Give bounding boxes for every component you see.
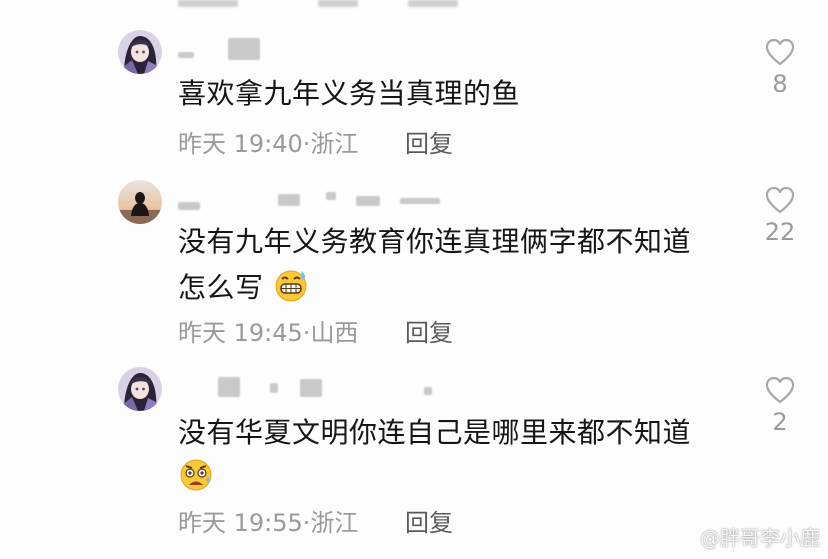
comment-text: 喜欢拿九年义务当真理的鱼 — [178, 77, 521, 110]
comment-time: 昨天 19:40 — [178, 130, 303, 158]
comment-text-tail: 怎么写 — [178, 271, 264, 304]
avatar[interactable] — [118, 30, 162, 74]
avatar[interactable] — [118, 367, 162, 411]
like-button[interactable]: 2 — [758, 376, 802, 436]
reply-button[interactable]: 回复 — [405, 318, 453, 348]
like-count: 22 — [764, 218, 796, 246]
watermark-text: @胖哥李小鹿 — [700, 526, 820, 550]
heart-icon — [765, 38, 795, 66]
anime-girl-avatar-icon — [118, 30, 162, 74]
comment-time: 昨天 19:45 — [178, 319, 303, 347]
comment-list-screen: 喜欢拿九年义务当真理的鱼 昨天 19:40·浙江 回复 8 没有九年义务教育你连… — [0, 0, 828, 559]
like-button[interactable]: 8 — [758, 38, 802, 98]
comment-text-line2: 怎么写 — [178, 264, 309, 312]
comment-time: 昨天 19:55 — [178, 509, 303, 537]
reply-button[interactable]: 回复 — [405, 508, 453, 538]
comment-location: 山西 — [310, 319, 359, 347]
blurred-username — [178, 188, 478, 210]
reply-button[interactable]: 回复 — [405, 129, 453, 159]
grinning-sweat-emoji-icon — [273, 267, 309, 303]
comment-meta: 昨天 19:40·浙江 — [178, 129, 358, 159]
frowning-sweat-emoji-icon — [178, 456, 214, 492]
blurred-username — [178, 38, 478, 60]
avatar[interactable] — [118, 180, 162, 224]
comment-text: 没有九年义务教育你连真理俩字都不知道 — [178, 225, 692, 258]
weibo-watermark: @胖哥李小鹿 — [672, 522, 820, 551]
like-count: 2 — [772, 408, 788, 436]
heart-icon — [765, 186, 795, 214]
comment-location: 浙江 — [310, 130, 359, 158]
comment-meta: 昨天 19:55·浙江 — [178, 508, 358, 538]
blurred-username — [178, 377, 478, 399]
comment-text: 没有华夏文明你连自己是哪里来都不知道 — [178, 416, 692, 449]
weibo-icon — [672, 528, 694, 547]
like-button[interactable]: 22 — [758, 186, 802, 246]
heart-icon — [765, 376, 795, 404]
like-count: 8 — [772, 70, 788, 98]
comment-meta: 昨天 19:45·山西 — [178, 318, 358, 348]
blurred-previous-comment — [178, 0, 478, 8]
silhouette-sunset-avatar-icon — [118, 180, 162, 224]
comment-location: 浙江 — [310, 509, 359, 537]
anime-girl-avatar-icon — [118, 367, 162, 411]
